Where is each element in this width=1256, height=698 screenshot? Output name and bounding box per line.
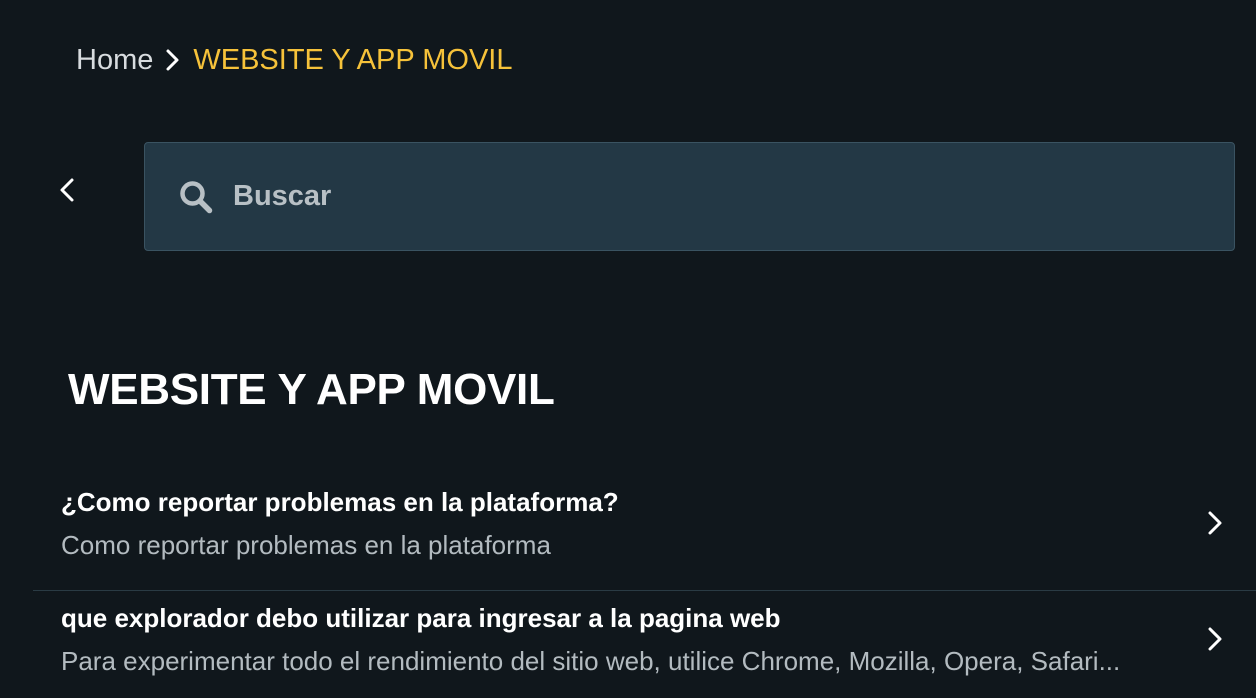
back-button[interactable] [50, 170, 84, 210]
breadcrumb: Home WEBSITE Y APP MOVIL [76, 42, 513, 78]
search-icon [179, 180, 213, 214]
chevron-right-icon [1201, 505, 1229, 541]
article-item[interactable]: ¿Como reportar problemas en la plataform… [33, 475, 1256, 591]
chevron-right-icon [1201, 621, 1229, 657]
chevron-left-icon [59, 177, 75, 203]
section-title: WEBSITE Y APP MOVIL [68, 365, 555, 414]
article-list: ¿Como reportar problemas en la plataform… [33, 475, 1256, 698]
article-item[interactable]: que explorador debo utilizar para ingres… [33, 591, 1256, 698]
search-input[interactable] [231, 165, 1234, 228]
search-box[interactable] [144, 142, 1235, 251]
article-title: ¿Como reportar problemas en la plataform… [61, 487, 619, 517]
help-center-page: Home WEBSITE Y APP MOVIL WEBSITE Y APP M… [0, 0, 1256, 698]
article-description: Para experimentar todo el rendimiento de… [61, 646, 1121, 676]
breadcrumb-current: WEBSITE Y APP MOVIL [193, 43, 513, 76]
chevron-right-icon [165, 48, 181, 72]
breadcrumb-home-link[interactable]: Home [76, 44, 153, 77]
article-title: que explorador debo utilizar para ingres… [61, 603, 781, 633]
article-description: Como reportar problemas en la plataforma [61, 530, 551, 560]
